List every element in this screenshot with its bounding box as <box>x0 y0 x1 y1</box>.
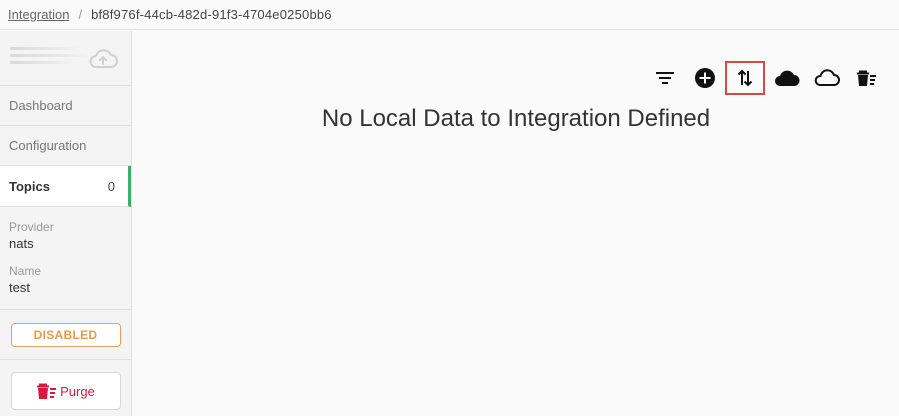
filter-button[interactable] <box>645 62 685 94</box>
empty-state-message: No Local Data to Integration Defined <box>321 105 711 132</box>
provider-label: Provider <box>9 220 54 234</box>
sidebar-logo-stripe <box>10 54 90 57</box>
purge-label: Purge <box>60 383 95 399</box>
purge-section: Purge <box>0 360 131 410</box>
provider-value: nats <box>9 236 34 251</box>
sidebar: Dashboard Configuration Topics 0 Provide… <box>0 31 132 416</box>
cloud-sync-button[interactable] <box>807 62 847 94</box>
sort-button[interactable] <box>725 61 765 95</box>
status-badge[interactable]: DISABLED <box>10 322 121 347</box>
sidebar-item-dashboard[interactable]: Dashboard <box>0 86 131 126</box>
status-section: DISABLED <box>0 310 131 360</box>
main-content: No Local Data to Integration Defined <box>133 31 899 416</box>
delete-sweep-icon <box>37 383 57 399</box>
delete-sweep-icon <box>857 70 876 86</box>
sort-arrows-icon <box>737 69 753 87</box>
sidebar-logo-stripe <box>10 47 80 50</box>
cloud-upload-icon[interactable] <box>88 47 118 74</box>
topics-count: 0 <box>107 178 115 194</box>
breadcrumb-separator: / <box>78 7 83 22</box>
breadcrumb-current: bf8f976f-44cb-482d-91f3-4704e0250bb6 <box>91 7 332 22</box>
toolbar <box>645 61 887 95</box>
sidebar-item-configuration[interactable]: Configuration <box>0 126 131 166</box>
cloud-icon <box>775 70 800 86</box>
delete-button[interactable] <box>847 62 887 94</box>
integration-meta: Provider nats Name test <box>0 207 131 310</box>
add-button[interactable] <box>685 62 725 94</box>
sidebar-item-label: Topics <box>9 178 50 194</box>
purge-button[interactable]: Purge <box>10 372 121 410</box>
cloud-outline-icon <box>814 69 840 86</box>
cloud-button[interactable] <box>767 62 807 94</box>
sidebar-item-topics[interactable]: Topics 0 <box>0 166 131 207</box>
breadcrumb: Integration / bf8f976f-44cb-482d-91f3-47… <box>0 0 899 30</box>
sidebar-item-label: Dashboard <box>9 98 73 113</box>
filter-icon <box>656 72 674 84</box>
sidebar-logo-stripe <box>10 61 75 64</box>
add-circle-icon <box>695 68 715 88</box>
sidebar-item-label: Configuration <box>9 138 87 153</box>
name-label: Name <box>9 264 42 278</box>
sidebar-header <box>0 31 131 86</box>
breadcrumb-integration-link[interactable]: Integration <box>8 7 69 22</box>
name-value: test <box>9 280 30 295</box>
